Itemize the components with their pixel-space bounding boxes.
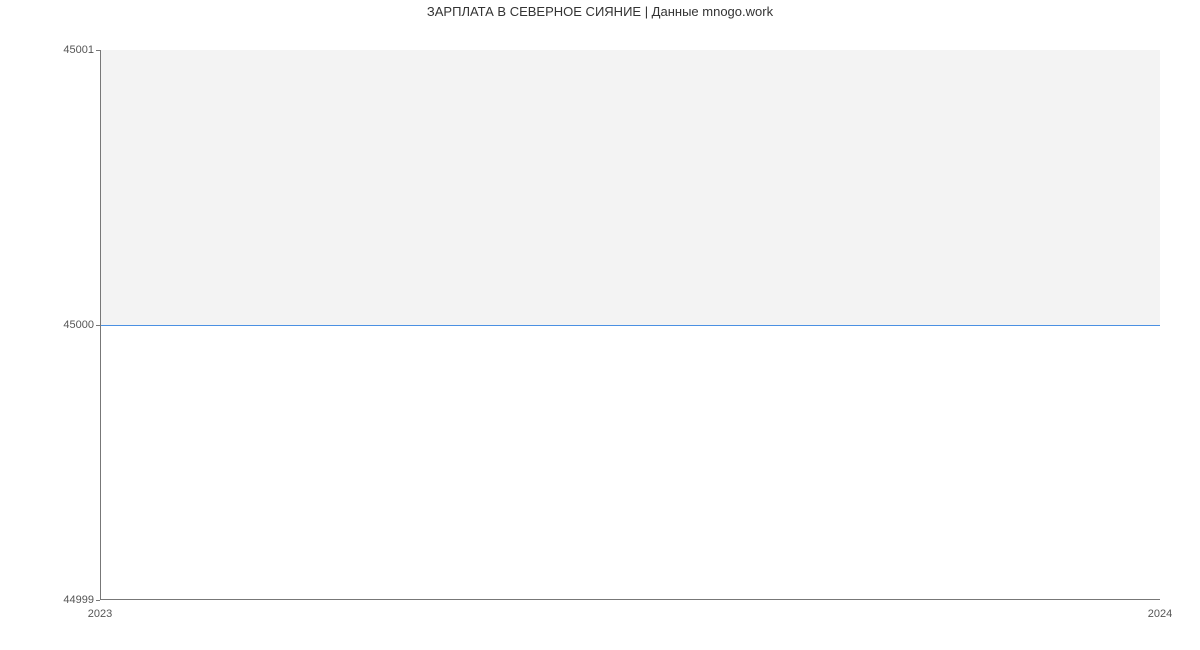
area-fill bbox=[101, 50, 1160, 325]
data-line bbox=[101, 325, 1160, 326]
y-tick-mark bbox=[96, 50, 100, 51]
chart-title: ЗАРПЛАТА В СЕВЕРНОЕ СИЯНИЕ | Данные mnog… bbox=[0, 4, 1200, 19]
y-tick-label: 44999 bbox=[63, 594, 94, 606]
y-tick-mark bbox=[96, 325, 100, 326]
y-tick-label: 45000 bbox=[63, 319, 94, 331]
y-tick-mark bbox=[96, 600, 100, 601]
y-tick-label: 45001 bbox=[63, 44, 94, 56]
x-tick-label: 2023 bbox=[88, 608, 112, 620]
plot-area bbox=[100, 50, 1160, 600]
x-tick-label: 2024 bbox=[1148, 608, 1172, 620]
